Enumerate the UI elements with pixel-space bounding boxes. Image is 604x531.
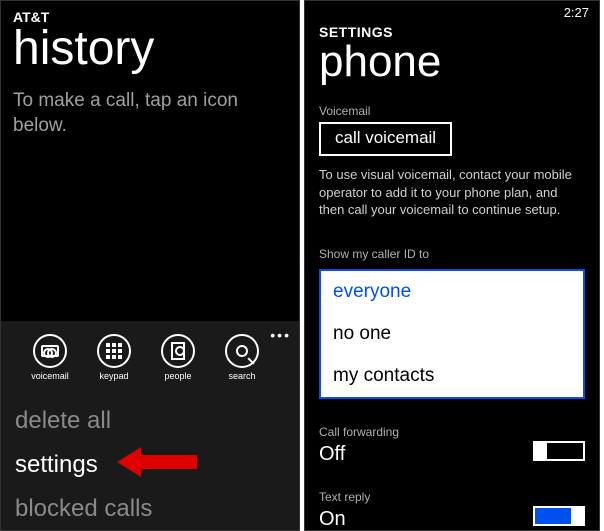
more-button[interactable]: ••• — [270, 327, 291, 343]
status-time: 2:27 — [305, 1, 599, 20]
search-icon — [225, 334, 259, 368]
people-icon — [161, 334, 195, 368]
text-reply-toggle[interactable] — [533, 506, 585, 526]
empty-hint: To make a call, tap an icon below. — [1, 73, 299, 138]
annotation-arrow — [117, 447, 197, 477]
people-button[interactable]: people — [153, 334, 203, 381]
callerid-option-everyone[interactable]: everyone — [321, 271, 583, 313]
history-screen: AT&T history To make a call, tap an icon… — [0, 0, 300, 531]
voicemail-label: voicemail — [31, 371, 69, 381]
voicemail-button[interactable]: voicemail — [25, 334, 75, 381]
search-label: search — [228, 371, 255, 381]
phone-settings-screen: 2:27 SETTINGS phone Voicemail call voice… — [304, 0, 600, 531]
callerid-dropdown[interactable]: everyone no one my contacts — [319, 269, 585, 399]
call-voicemail-button[interactable]: call voicemail — [319, 122, 452, 156]
keypad-label: keypad — [99, 371, 128, 381]
page-title: phone — [305, 40, 599, 94]
app-bar: voicemail keypad people search ••• — [1, 321, 299, 393]
page-title: history — [1, 25, 299, 73]
call-fwd-toggle[interactable] — [533, 441, 585, 461]
callerid-option-my-contacts[interactable]: my contacts — [321, 355, 583, 397]
menu-blocked-calls[interactable]: blocked calls — [15, 487, 285, 531]
voicemail-note: To use visual voicemail, contact your mo… — [305, 156, 599, 219]
callerid-option-no-one[interactable]: no one — [321, 313, 583, 355]
text-reply-label: Text reply — [305, 480, 599, 508]
keypad-button[interactable]: keypad — [89, 334, 139, 381]
voicemail-icon — [33, 334, 67, 368]
people-label: people — [164, 371, 191, 381]
keypad-icon — [97, 334, 131, 368]
search-button[interactable]: search — [217, 334, 267, 381]
call-fwd-label: Call forwarding — [305, 415, 599, 443]
callerid-section-label: Show my caller ID to — [305, 237, 599, 265]
voicemail-section-label: Voicemail — [305, 94, 599, 122]
menu-delete-all[interactable]: delete all — [15, 399, 285, 443]
